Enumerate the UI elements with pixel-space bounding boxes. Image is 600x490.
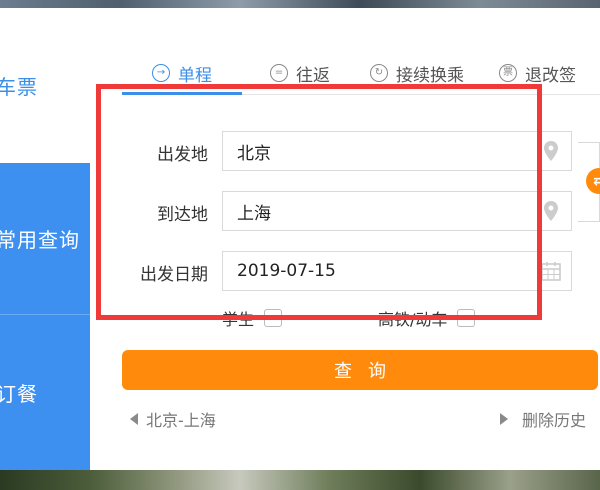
background-photo-bottom (0, 470, 600, 490)
tab-label: 接续换乘 (396, 65, 464, 86)
triangle-right-icon (500, 413, 508, 425)
tab-label: 往返 (296, 65, 330, 86)
nav-item-label: 常用查询 (0, 228, 80, 252)
nav-item-label: 车票 (0, 75, 38, 99)
history-item-label: 北京-上海 (146, 411, 216, 430)
history-item[interactable]: 北京-上海 (130, 407, 216, 431)
triangle-left-icon (130, 413, 138, 425)
query-button[interactable]: 查询 (122, 350, 598, 390)
nav-item-tickets[interactable]: 车票 (0, 8, 90, 163)
cycle-circle-icon: ↻ (370, 64, 388, 82)
highlight-box (96, 84, 542, 320)
tab-label: 退改签 (525, 65, 576, 86)
arrow-right-circle-icon: → (152, 64, 170, 82)
ticket-circle-icon: 票 (499, 64, 517, 82)
nav-item-common-query[interactable]: 常用查询 (0, 163, 90, 315)
clear-history-label: 删除历史 (522, 411, 587, 430)
tab-label: 单程 (178, 65, 212, 86)
swap-arrows-icon: ⇄ (593, 173, 600, 189)
equals-circle-icon: = (270, 64, 288, 82)
nav-item-label: 订餐 (0, 382, 38, 406)
left-nav: 车票 常用查询 订餐 (0, 8, 90, 470)
clear-history-button[interactable]: 删除历史 (500, 407, 586, 431)
background-photo-top (0, 0, 600, 8)
nav-item-meal[interactable]: 订餐 (0, 315, 90, 470)
